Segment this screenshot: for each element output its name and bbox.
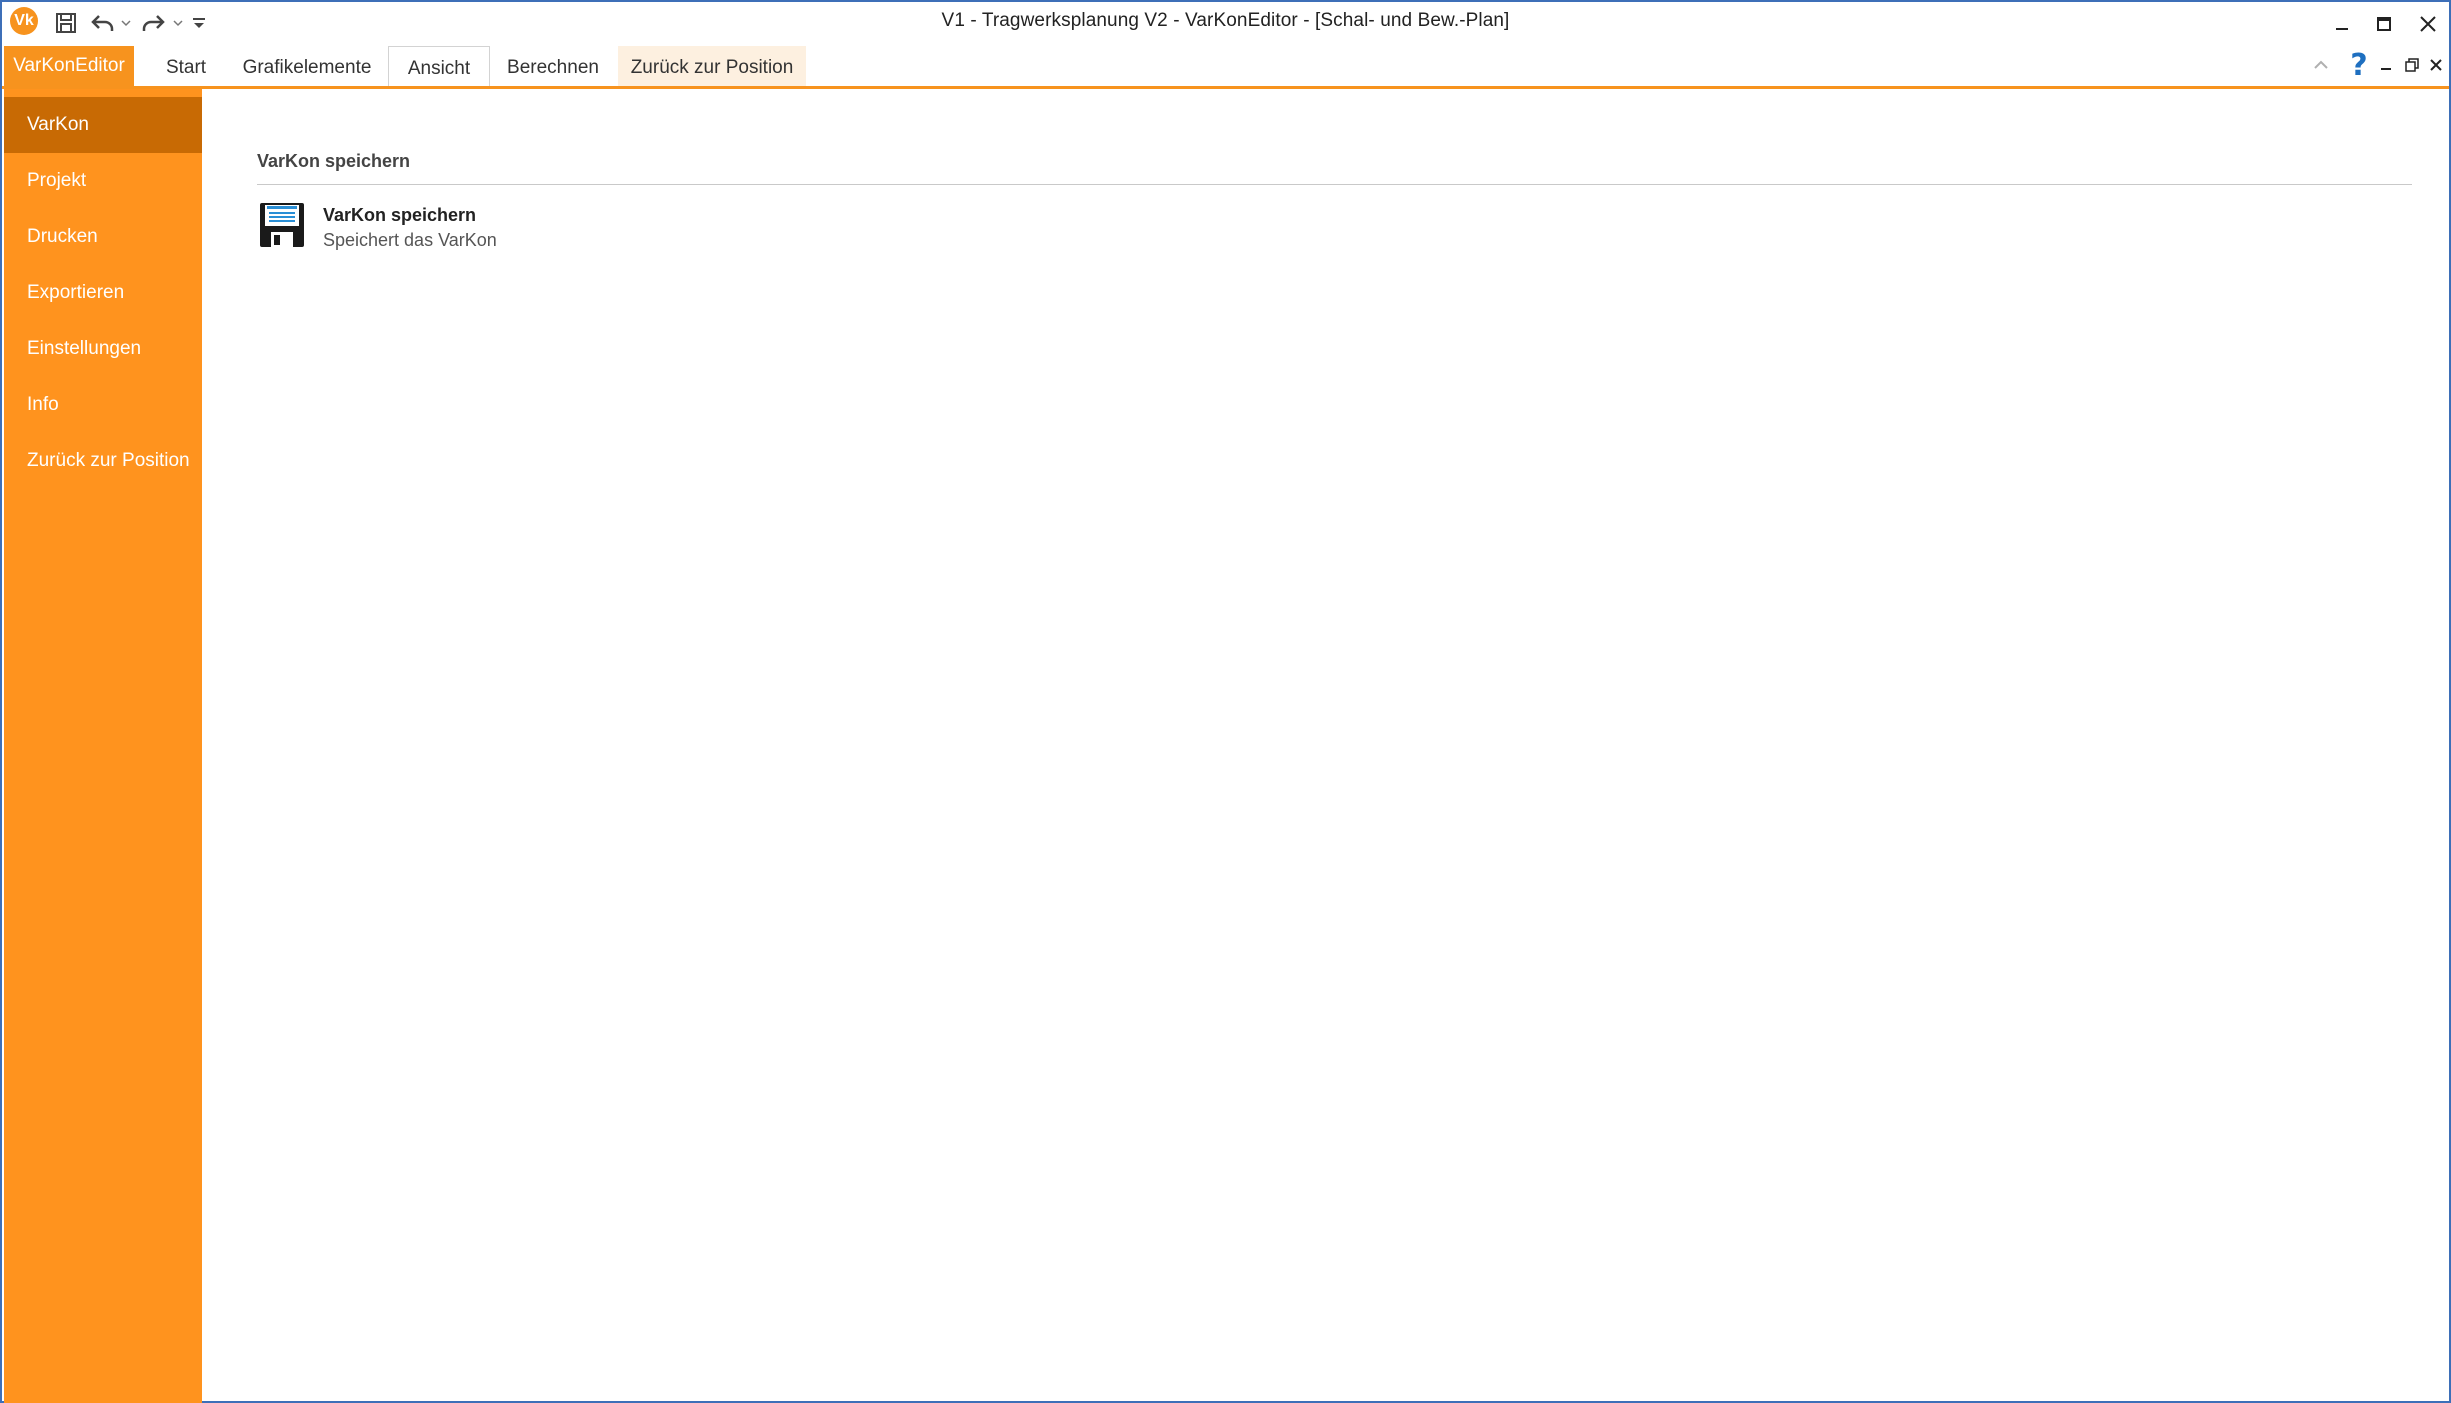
tab-grafikelemente[interactable]: Grafikelemente	[232, 46, 382, 88]
ribbon-tab-bar: VarKonEditor Start Grafikelemente Ansich…	[2, 44, 2449, 88]
document-restore-icon[interactable]	[2400, 50, 2424, 80]
minimize-window-icon[interactable]	[2320, 6, 2364, 42]
maximize-window-icon[interactable]	[2362, 6, 2406, 42]
application-window: Vk V1 - Tragwerksplanung V2 - VarKonEdit…	[0, 0, 2451, 1403]
tab-ansicht[interactable]: Ansicht	[388, 46, 490, 88]
window-title: V1 - Tragwerksplanung V2 - VarKonEditor …	[941, 10, 1510, 31]
action-description: Speichert das VarKon	[323, 230, 497, 250]
sidebar-item-drucken[interactable]: Drucken	[4, 209, 202, 265]
document-close-icon[interactable]	[2424, 50, 2448, 80]
section-divider	[257, 184, 2412, 185]
tab-varkoneditor[interactable]: VarKonEditor	[4, 46, 134, 86]
help-icon[interactable]: ?	[2346, 48, 2372, 83]
floppy-disk-icon	[257, 200, 307, 250]
title-bar: Vk V1 - Tragwerksplanung V2 - VarKonEdit…	[2, 2, 2449, 44]
tab-zurueck-zur-position[interactable]: Zurück zur Position	[618, 46, 806, 88]
backstage-sidebar: VarKon Projekt Drucken Exportieren Einst…	[4, 89, 202, 1403]
tab-start[interactable]: Start	[152, 46, 220, 88]
sidebar-item-zurueck-zur-position[interactable]: Zurück zur Position	[4, 433, 202, 489]
section-title: VarKon speichern	[257, 151, 411, 171]
sidebar-item-exportieren[interactable]: Exportieren	[4, 265, 202, 321]
sidebar-item-info[interactable]: Info	[4, 377, 202, 433]
sidebar-item-einstellungen[interactable]: Einstellungen	[4, 321, 202, 377]
close-window-icon[interactable]	[2406, 6, 2450, 42]
document-minimize-icon[interactable]	[2374, 50, 2398, 80]
tab-berechnen[interactable]: Berechnen	[498, 46, 608, 88]
varkon-speichern-button[interactable]: VarKon speichern Speichert das VarKon	[257, 200, 557, 260]
collapse-ribbon-icon[interactable]	[2308, 50, 2334, 80]
action-title: VarKon speichern	[323, 205, 477, 225]
sidebar-item-varkon[interactable]: VarKon	[4, 97, 202, 153]
sidebar-item-projekt[interactable]: Projekt	[4, 153, 202, 209]
backstage-content: VarKon speichern VarKon speichern Speich…	[202, 89, 2449, 1401]
